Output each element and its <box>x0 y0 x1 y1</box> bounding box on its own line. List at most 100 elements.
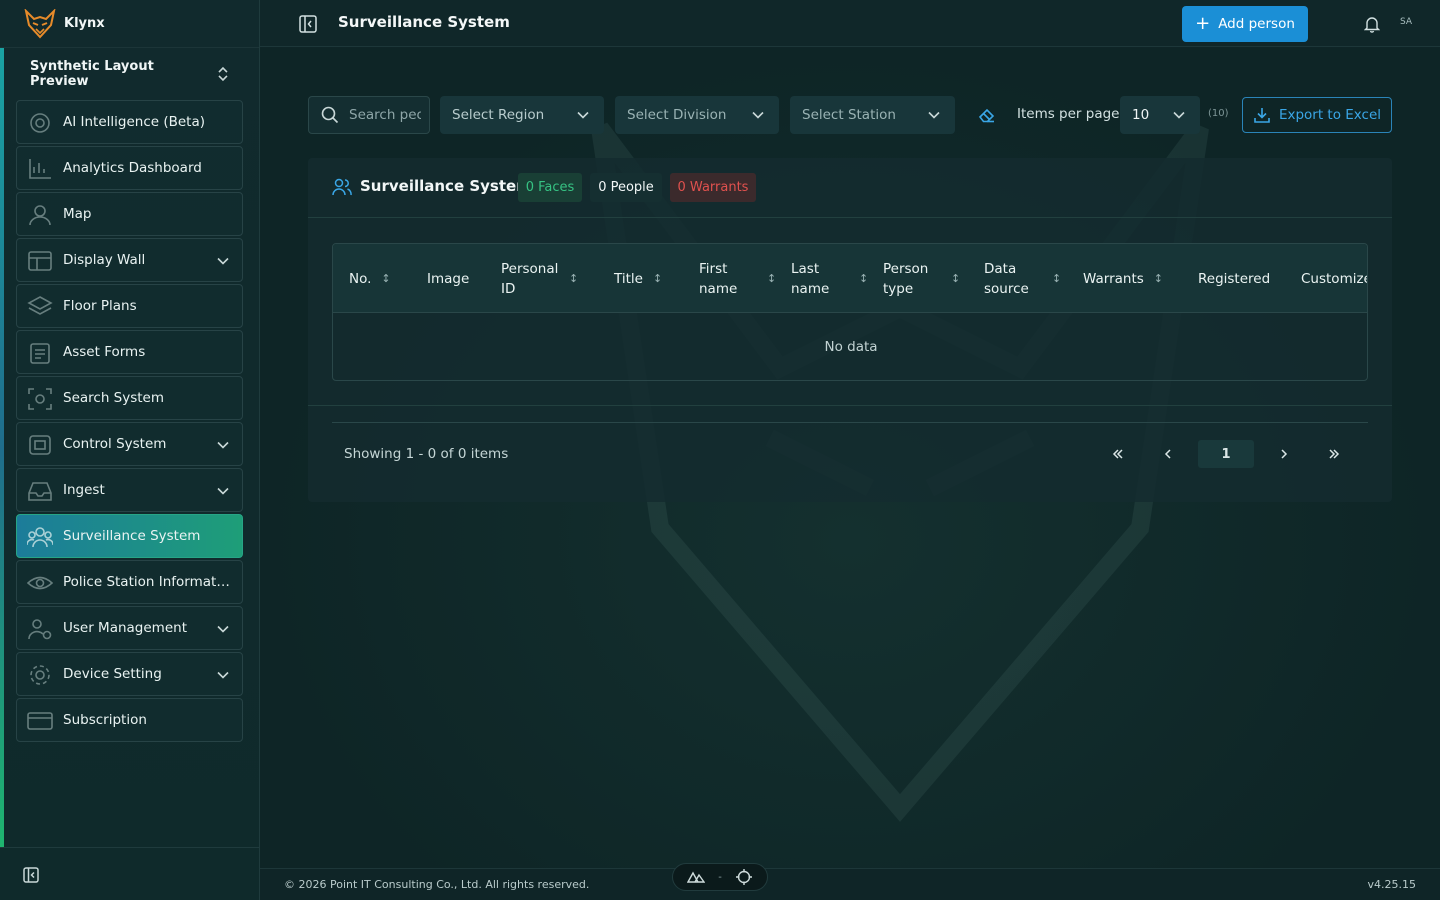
column-header-label: Registered <box>1198 270 1271 287</box>
chevron-down-icon <box>217 441 229 449</box>
chevrons-right-icon <box>1329 449 1340 459</box>
chevron-down-icon <box>752 111 764 119</box>
sort-icon[interactable]: ↕ <box>653 269 662 289</box>
column-header-label: Person type <box>883 260 929 297</box>
sidebar-accent-strip <box>0 48 4 848</box>
previous-page-button[interactable] <box>1156 440 1180 468</box>
sidebar-item-ai-intelligence-beta[interactable]: AI Intelligence (Beta) <box>16 100 243 144</box>
sidebar-item-label: Floor Plans <box>63 298 137 314</box>
sidebar-item-label: Surveillance System <box>63 528 201 544</box>
sidebar-item-analytics-dashboard[interactable]: Analytics Dashboard <box>16 146 243 190</box>
sidebar-nav: AI Intelligence (Beta) Analytics Dashboar… <box>16 100 243 744</box>
column-header-label: Title <box>614 270 643 287</box>
card-icon <box>27 712 53 730</box>
brand[interactable]: Klynx <box>0 0 259 48</box>
people-icon <box>332 178 352 196</box>
sidebar-item-ingest[interactable]: Ingest <box>16 468 243 512</box>
sort-icon[interactable]: ↕ <box>859 269 868 289</box>
devtools-toolbar[interactable]: - <box>672 863 768 891</box>
bell-icon[interactable] <box>1364 15 1380 33</box>
sidebar-item-label: Police Station Informati... <box>63 574 231 590</box>
copyright-text: © 2026 Point IT Consulting Co., Ltd. All… <box>284 878 590 891</box>
first-page-button[interactable] <box>1106 440 1130 468</box>
layers-icon <box>27 296 53 315</box>
column-header-label: Personal ID <box>501 260 559 297</box>
crosshair-icon[interactable] <box>735 868 753 886</box>
card-title: Surveillance System <box>360 177 532 195</box>
sidebar-item-subscription[interactable]: Subscription <box>16 698 243 742</box>
sort-icon[interactable]: ↕ <box>1052 269 1061 289</box>
items-per-page-select[interactable]: 10 <box>1120 96 1200 134</box>
chevron-up-down-icon <box>218 66 228 82</box>
chevron-down-icon <box>217 257 229 265</box>
column-header-warrants[interactable]: Warrants ↕ <box>1083 244 1193 313</box>
column-header-label: No. <box>349 270 372 287</box>
items-per-page-value: 10 <box>1132 107 1150 123</box>
chevron-down-icon <box>217 671 229 679</box>
sidebar-item-display-wall[interactable]: Display Wall <box>16 238 243 282</box>
column-header-title[interactable]: Title ↕ <box>614 244 694 313</box>
workspace-switcher[interactable]: Synthetic Layout Preview <box>16 58 242 90</box>
column-header-personal-id[interactable]: Personal ID ↕ <box>501 244 601 313</box>
sidebar-item-map[interactable]: Map <box>16 192 243 236</box>
column-header-last-name[interactable]: Last name ↕ <box>791 244 876 313</box>
chevron-down-icon <box>1173 111 1185 119</box>
faces-count-badge: 0 Faces <box>518 173 582 202</box>
sidebar-item-user-management[interactable]: User Management <box>16 606 243 650</box>
column-header-data-source[interactable]: Data source ↕ <box>984 244 1079 313</box>
export-excel-button[interactable]: Export to Excel <box>1242 97 1392 133</box>
next-page-button[interactable] <box>1272 440 1296 468</box>
user-pin-icon <box>29 205 51 226</box>
avatar[interactable]: SA <box>1400 17 1412 27</box>
main-content: Select Region Select Division Select Sta… <box>260 48 1440 868</box>
clipboard-icon <box>30 343 50 364</box>
sort-icon[interactable]: ↕ <box>1154 269 1163 289</box>
sidebar-item-label: Display Wall <box>63 252 146 268</box>
users-gear-icon <box>28 619 52 640</box>
division-select-placeholder: Select Division <box>627 107 727 123</box>
sidebar-item-label: Ingest <box>63 482 105 498</box>
division-select[interactable]: Select Division <box>615 96 779 134</box>
chevron-down-icon <box>928 111 940 119</box>
sidebar-item-control-system[interactable]: Control System <box>16 422 243 466</box>
sidebar-item-label: Device Setting <box>63 666 162 682</box>
add-person-button[interactable]: + Add person <box>1182 6 1308 42</box>
pagination-summary: Showing 1 - 0 of 0 items <box>344 446 509 462</box>
sort-icon[interactable]: ↕ <box>569 269 578 289</box>
search-box[interactable] <box>308 96 430 134</box>
column-header-label: Data source <box>984 260 1029 297</box>
sidebar-item-police-station-informati[interactable]: Police Station Informati... <box>16 560 243 604</box>
column-header-first-name[interactable]: First name ↕ <box>699 244 784 313</box>
sidebar-item-surveillance-system[interactable]: Surveillance System <box>16 514 243 558</box>
station-select[interactable]: Select Station <box>790 96 955 134</box>
last-page-button[interactable] <box>1322 440 1346 468</box>
nuxt-logo-icon[interactable] <box>687 868 706 886</box>
panel-toggle-icon[interactable] <box>298 14 318 34</box>
sidebar-item-search-system[interactable]: Search System <box>16 376 243 420</box>
column-header-person-type[interactable]: Person type ↕ <box>883 244 978 313</box>
items-per-page-count: (10) <box>1208 108 1229 119</box>
sidebar-item-label: Asset Forms <box>63 344 146 360</box>
sidebar-item-device-setting[interactable]: Device Setting <box>16 652 243 696</box>
region-select[interactable]: Select Region <box>440 96 604 134</box>
current-page-button[interactable]: 1 <box>1198 440 1254 468</box>
sidebar-collapse-icon[interactable] <box>22 866 40 884</box>
group-icon <box>27 527 53 548</box>
display-wall-icon <box>28 251 52 271</box>
sort-icon[interactable]: ↕ <box>767 269 776 289</box>
sidebar: Klynx Synthetic Layout Preview AI Intell… <box>0 0 260 900</box>
search-input[interactable] <box>349 107 421 123</box>
station-select-placeholder: Select Station <box>802 107 896 123</box>
clear-filters-eraser-icon[interactable] <box>978 106 996 124</box>
chevron-down-icon <box>217 487 229 495</box>
people-count-badge: 0 People <box>590 173 662 202</box>
sort-icon[interactable]: ↕ <box>381 269 390 289</box>
sidebar-item-asset-forms[interactable]: Asset Forms <box>16 330 243 374</box>
sidebar-item-label: Map <box>63 206 92 222</box>
inbox-icon <box>28 482 52 501</box>
version-text: v4.25.15 <box>1367 878 1417 891</box>
column-header-no[interactable]: No. ↕ <box>349 244 419 313</box>
table-empty-state: No data <box>824 339 878 355</box>
sort-icon[interactable]: ↕ <box>951 269 960 289</box>
sidebar-item-floor-plans[interactable]: Floor Plans <box>16 284 243 328</box>
